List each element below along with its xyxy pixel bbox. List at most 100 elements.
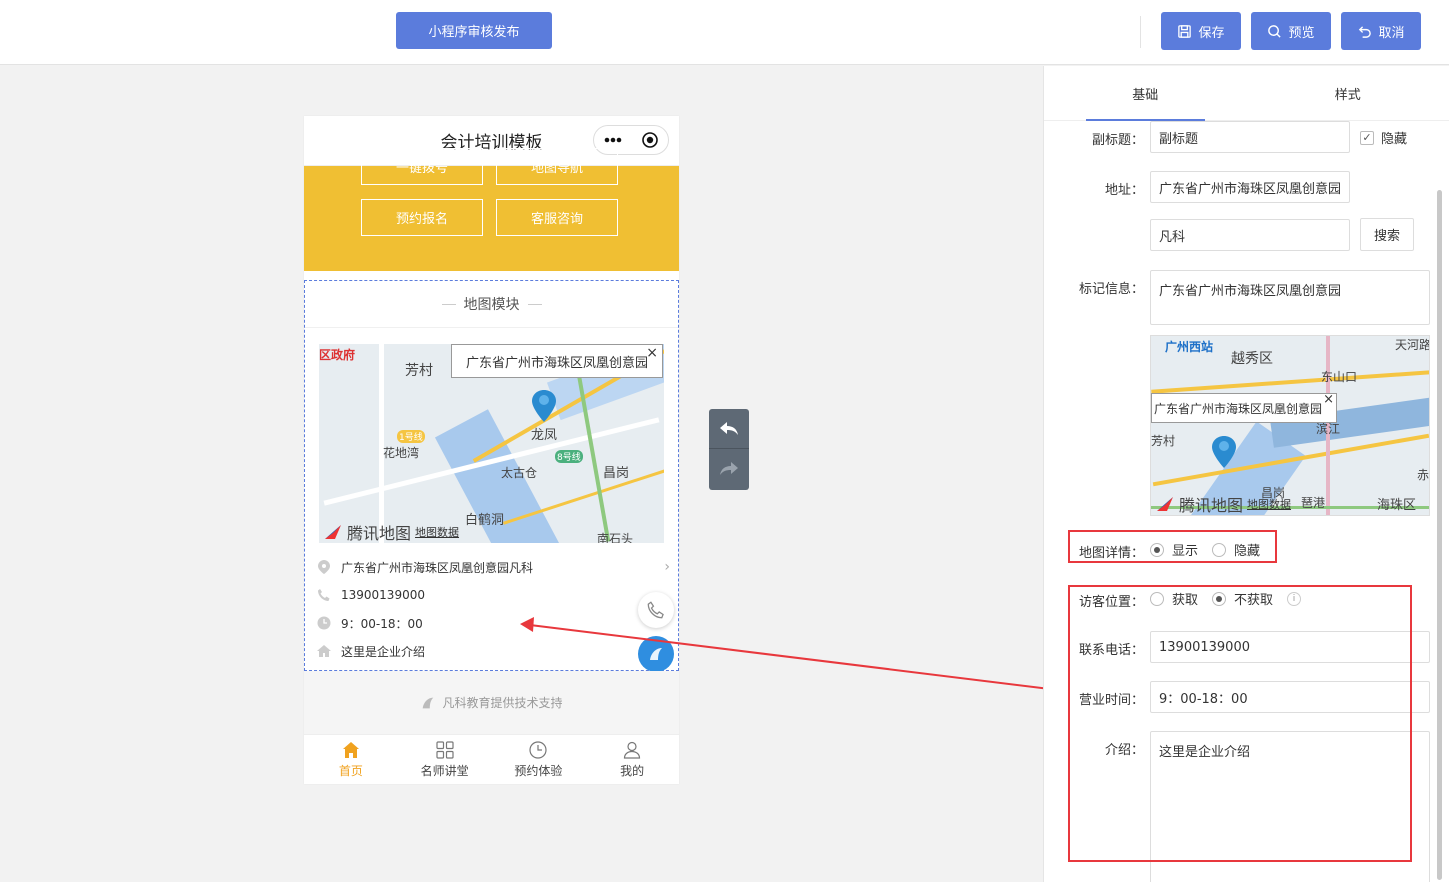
subtitle-hide-checkbox[interactable]: ✓ 隐藏	[1360, 128, 1407, 147]
publish-button[interactable]: 小程序审核发布	[396, 12, 552, 49]
grid-icon	[436, 740, 454, 759]
top-toolbar: 小程序审核发布 保存 预览 取消	[0, 0, 1449, 65]
save-label: 保存	[1198, 25, 1225, 41]
tab-home[interactable]: 首页	[304, 735, 398, 784]
marker-input[interactable]: 广东省广州市海珠区凤凰创意园	[1150, 270, 1430, 325]
undo-icon	[720, 421, 738, 435]
subtitle-value: 副标题	[1159, 131, 1199, 147]
search-button[interactable]: 搜索	[1360, 218, 1414, 251]
annotation-highlight-box	[1068, 530, 1277, 563]
map-label: 白鹤洞	[465, 513, 505, 528]
map-popup-text: 广东省广州市海珠区凤凰创意园	[466, 355, 649, 371]
map-label: 太古仓	[501, 466, 538, 480]
quick-button-service[interactable]: 客服咨询	[496, 199, 618, 236]
phone-text: 13900139000	[341, 588, 425, 602]
address-row[interactable]: 广东省广州市海珠区凤凰创意园凡科 ›	[305, 553, 678, 581]
tab-label: 我的	[620, 763, 645, 778]
tencent-map-logo: 腾讯地图 地图数据	[1155, 492, 1291, 515]
contact-info-list: 广东省广州市海珠区凤凰创意园凡科 › 13900139000 9：00-18：0…	[305, 553, 678, 665]
redo-button[interactable]	[709, 449, 749, 489]
search-button-label: 搜索	[1373, 229, 1400, 244]
quick-button-nav[interactable]: 地图导航	[496, 148, 618, 185]
phone-row[interactable]: 13900139000	[305, 581, 678, 609]
cancel-button[interactable]: 取消	[1341, 12, 1421, 50]
map-section-title: 地图模块	[305, 281, 678, 328]
tab-style[interactable]: 样式	[1247, 66, 1449, 120]
phone-icon	[647, 601, 664, 619]
quick-action-area: 一键拨号 地图导航 预约报名 客服咨询	[304, 148, 679, 271]
hide-label: 隐藏	[1381, 132, 1408, 147]
publish-label: 小程序审核发布	[428, 25, 520, 40]
map-label: 南石头	[597, 532, 634, 543]
user-icon	[624, 741, 641, 759]
brand-float-button[interactable]	[638, 636, 674, 672]
close-icon[interactable]: ×	[646, 345, 658, 361]
tab-booking[interactable]: 预约体验	[492, 735, 586, 784]
quick-button-label: 预约报名	[395, 212, 448, 227]
map-label: 芳村	[1151, 434, 1176, 448]
map-label: 花地湾	[383, 446, 420, 460]
location-icon	[317, 560, 331, 574]
map-data-link[interactable]: 地图数据	[415, 524, 459, 540]
map-label: 8号线	[555, 450, 583, 463]
address-label: 地址：	[1104, 183, 1144, 198]
bottom-tab-bar: 首页 名师讲堂 预约体验 我的	[304, 734, 679, 784]
tencent-logo-text: 腾讯地图	[1179, 496, 1244, 515]
brand-icon	[423, 697, 434, 708]
search-icon	[1268, 24, 1282, 38]
map-label: 昌岗	[603, 466, 630, 481]
marker-value: 广东省广州市海珠区凤凰创意园	[1159, 284, 1342, 299]
tab-label: 名师讲堂	[420, 763, 469, 778]
marker-label: 标记信息：	[1078, 282, 1144, 297]
more-icon[interactable]	[594, 137, 631, 143]
redo-icon	[720, 462, 738, 475]
quick-button-call[interactable]: 一键拨号	[361, 148, 483, 185]
tech-support-text: 凡科教育提供技术支持	[442, 696, 563, 710]
mini-map-view[interactable]: 广州西站 越秀区 天河路 东山口 芳村 昌岗 琶港 滨江 赤 海珠区 广东省广州…	[1150, 335, 1430, 516]
save-button[interactable]: 保存	[1161, 12, 1241, 50]
close-target-icon[interactable]	[631, 132, 668, 148]
map-data-link[interactable]: 地图数据	[1247, 496, 1291, 512]
map-pin-icon	[1212, 436, 1236, 468]
preview-label: 预览	[1288, 25, 1315, 41]
map-popup: 广东省广州市海珠区凤凰创意园 ×	[451, 344, 663, 378]
map-label: 琶港	[1301, 496, 1326, 510]
tab-label: 基础	[1132, 87, 1159, 103]
save-icon	[1178, 24, 1192, 38]
phone-preview: 会计培训模板 一键拨号 地图导航 预约报名 客服咨询 地图模块 区政府 芳村 龙…	[304, 116, 679, 784]
map-view[interactable]: 区政府 芳村 龙凤 花地湾 太古仓 昌岗 白鹤洞 南石头 1号线 8号线 广东省…	[319, 344, 664, 543]
preview-button[interactable]: 预览	[1251, 12, 1331, 50]
map-label: 赤	[1417, 468, 1430, 482]
map-module[interactable]: 地图模块 区政府 芳村 龙凤 花地湾 太古仓 昌岗 白鹤洞 南石头 1号线 8号…	[304, 280, 679, 672]
chevron-right-icon: ›	[664, 559, 670, 575]
map-search-input[interactable]: 凡科	[1150, 219, 1350, 251]
tab-mine[interactable]: 我的	[585, 735, 679, 784]
check-icon: ✓	[1360, 130, 1374, 145]
hours-text: 9：00-18：00	[341, 616, 423, 631]
address-input[interactable]: 广东省广州市海珠区凤凰创意园	[1150, 171, 1350, 203]
map-label: 龙凤	[531, 428, 558, 443]
tab-basic[interactable]: 基础	[1044, 66, 1247, 121]
undo-icon	[1359, 25, 1372, 38]
quick-button-signup[interactable]: 预约报名	[361, 199, 483, 236]
tencent-logo-icon	[1157, 497, 1173, 511]
divider	[1140, 16, 1141, 48]
tab-label: 首页	[338, 763, 363, 778]
close-icon[interactable]: ×	[1323, 392, 1334, 407]
address-text: 广东省广州市海珠区凤凰创意园凡科	[341, 560, 534, 575]
tab-label: 预约体验	[514, 763, 563, 778]
subtitle-input[interactable]: 副标题	[1150, 121, 1350, 153]
brand-icon	[650, 648, 662, 660]
map-label: 区政府	[319, 348, 356, 362]
undo-button[interactable]	[709, 409, 749, 449]
map-label: 芳村	[405, 363, 433, 379]
tab-teachers[interactable]: 名师讲堂	[398, 735, 492, 784]
call-float-button[interactable]	[638, 592, 674, 628]
tencent-logo-text: 腾讯地图	[347, 524, 412, 543]
map-pin-icon	[532, 390, 556, 422]
panel-scrollbar[interactable]	[1437, 190, 1442, 880]
settings-panel: 基础 样式 副标题： 副标题 ✓ 隐藏 地址： 广东省广州市海珠区凤凰创意园 凡…	[1043, 66, 1449, 882]
mini-map-popup-text: 广东省广州市海珠区凤凰创意园	[1154, 401, 1323, 416]
cancel-label: 取消	[1378, 25, 1405, 41]
tencent-map-logo: 腾讯地图 地图数据	[323, 520, 459, 543]
